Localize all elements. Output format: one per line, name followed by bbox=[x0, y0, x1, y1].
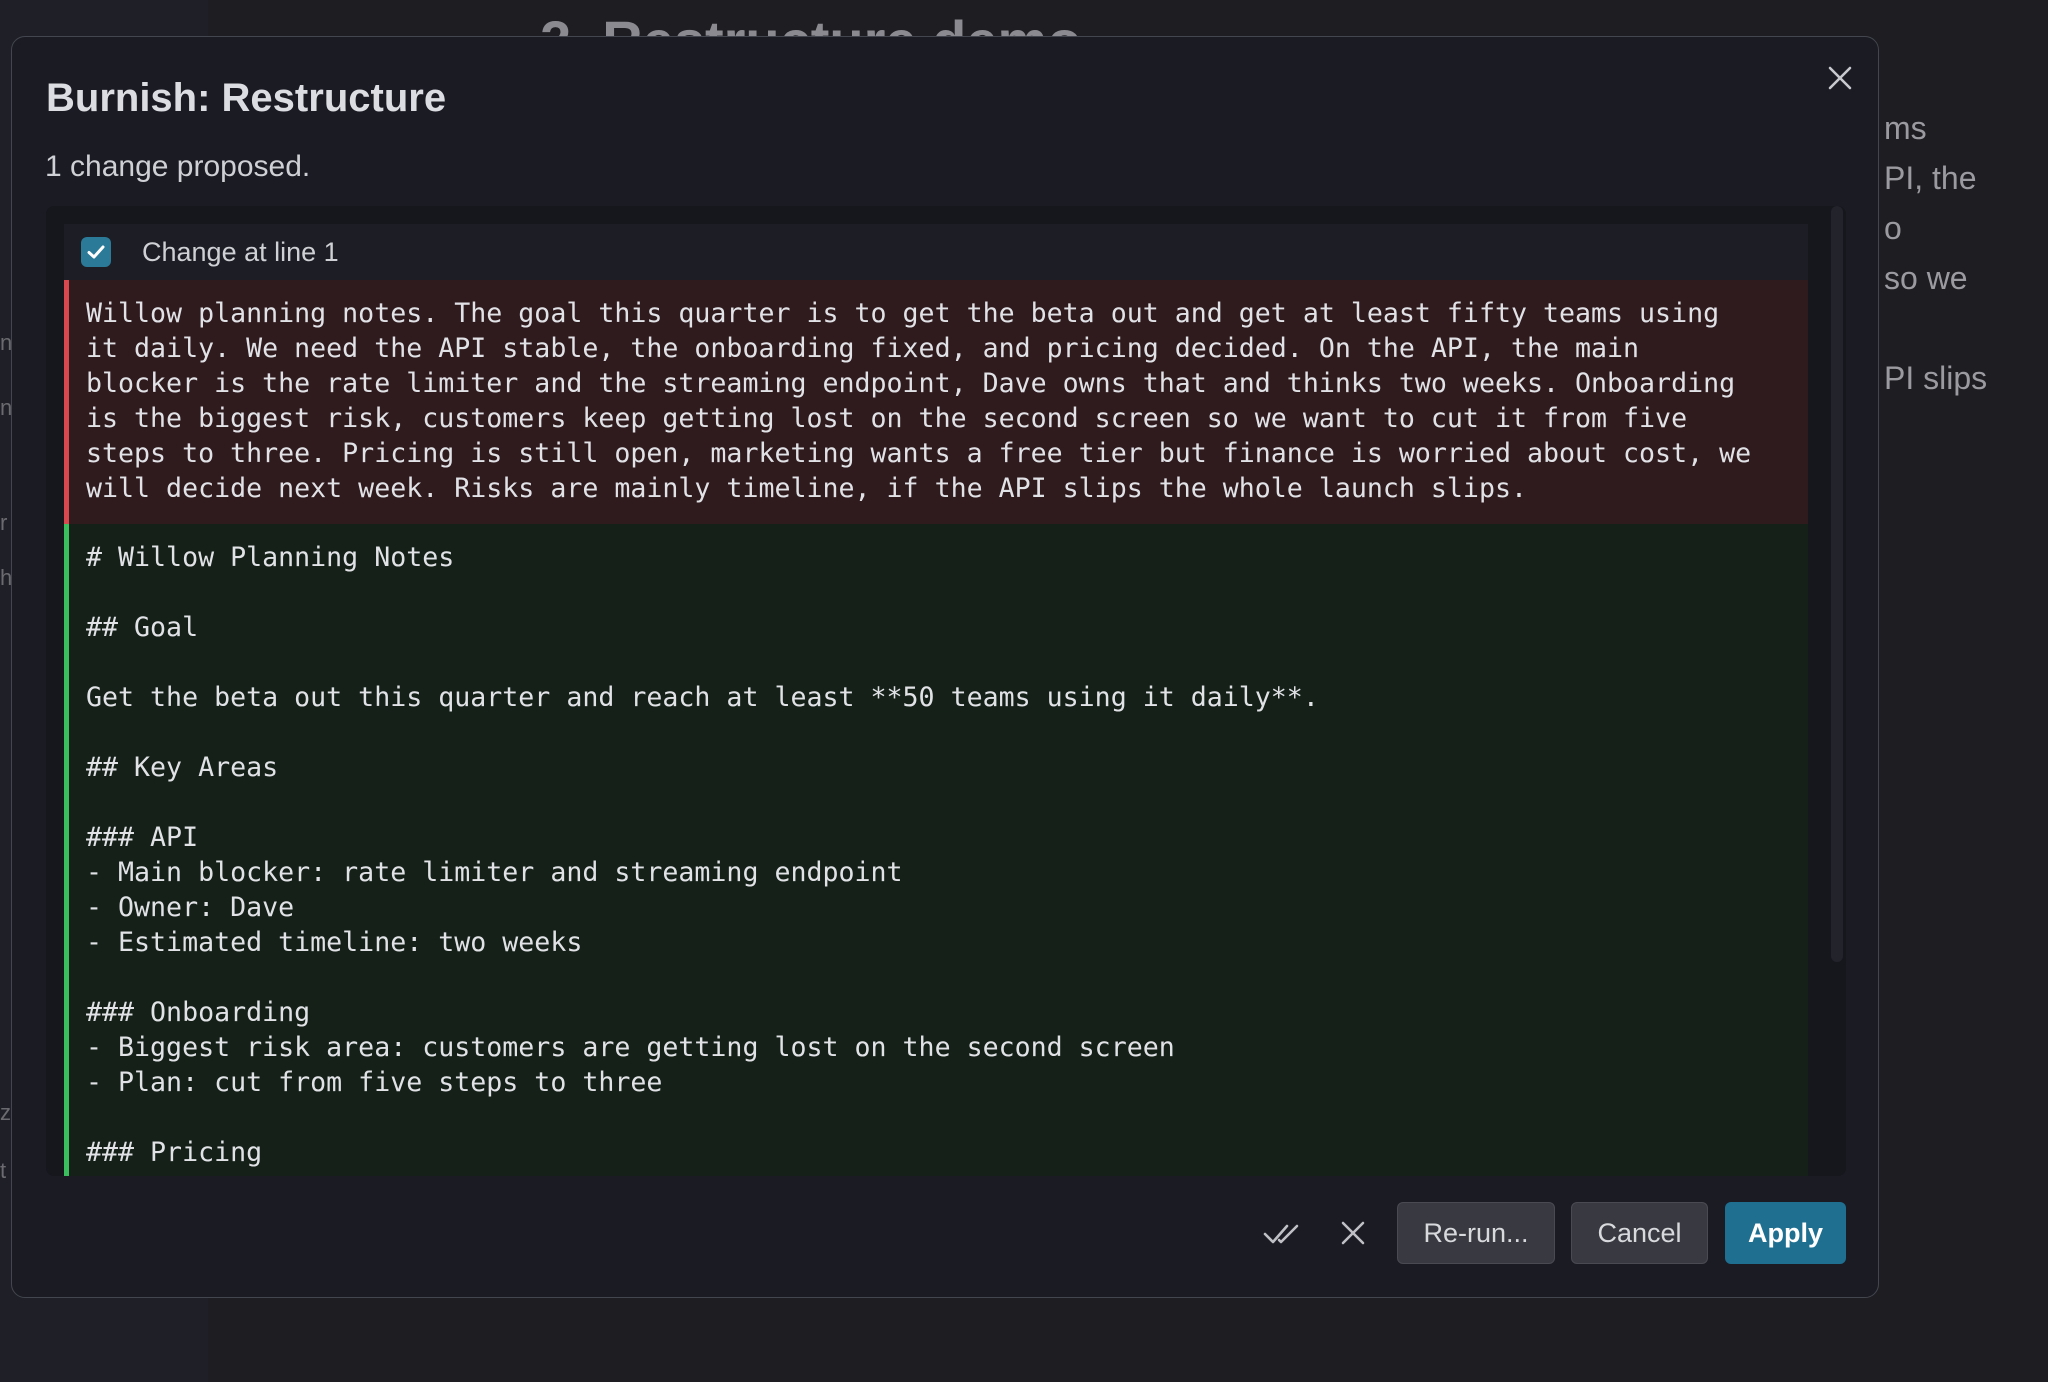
background-sidebar-fragment: t bbox=[0, 1158, 7, 1183]
accept-all-button[interactable] bbox=[1259, 1209, 1307, 1257]
diff-removed-block: Willow planning notes. The goal this qua… bbox=[64, 280, 1808, 524]
change-label: Change at line 1 bbox=[142, 236, 339, 267]
dialog-close-button[interactable] bbox=[1820, 58, 1860, 98]
checkmark-icon bbox=[87, 245, 105, 259]
background-text-line: PI slips bbox=[1884, 360, 1988, 396]
background-sidebar-fragment: r bbox=[0, 510, 8, 535]
scrollbar-thumb[interactable] bbox=[1831, 206, 1843, 962]
diff-removed-text: Willow planning notes. The goal this qua… bbox=[86, 298, 1752, 504]
changes-list[interactable]: Change at line 1 Willow planning notes. … bbox=[46, 206, 1846, 1176]
background-text-line: ms bbox=[1884, 110, 1927, 146]
diff-added-text: # Willow Planning Notes ## Goal Get the … bbox=[86, 542, 1319, 1168]
close-icon bbox=[1828, 66, 1852, 90]
cancel-button[interactable]: Cancel bbox=[1571, 1202, 1708, 1264]
background-text-line: o bbox=[1884, 210, 1902, 246]
diff-added-block: # Willow Planning Notes ## Goal Get the … bbox=[64, 524, 1808, 1176]
changes-scrollbar[interactable] bbox=[1828, 206, 1846, 1176]
change-header: Change at line 1 bbox=[64, 224, 1808, 280]
change-checkbox[interactable] bbox=[81, 237, 111, 267]
background-text-line: so we bbox=[1884, 260, 1968, 296]
reject-all-button[interactable] bbox=[1329, 1209, 1377, 1257]
background-sidebar-fragment: z bbox=[0, 1100, 11, 1125]
dialog-title: Burnish: Restructure bbox=[46, 76, 447, 120]
background-text-line: PI, the bbox=[1884, 160, 1977, 196]
rerun-button[interactable]: Re-run... bbox=[1397, 1202, 1555, 1264]
close-icon bbox=[1341, 1221, 1365, 1245]
apply-button[interactable]: Apply bbox=[1725, 1202, 1846, 1264]
dialog-subtitle: 1 change proposed. bbox=[45, 150, 311, 183]
double-check-icon bbox=[1263, 1224, 1299, 1244]
